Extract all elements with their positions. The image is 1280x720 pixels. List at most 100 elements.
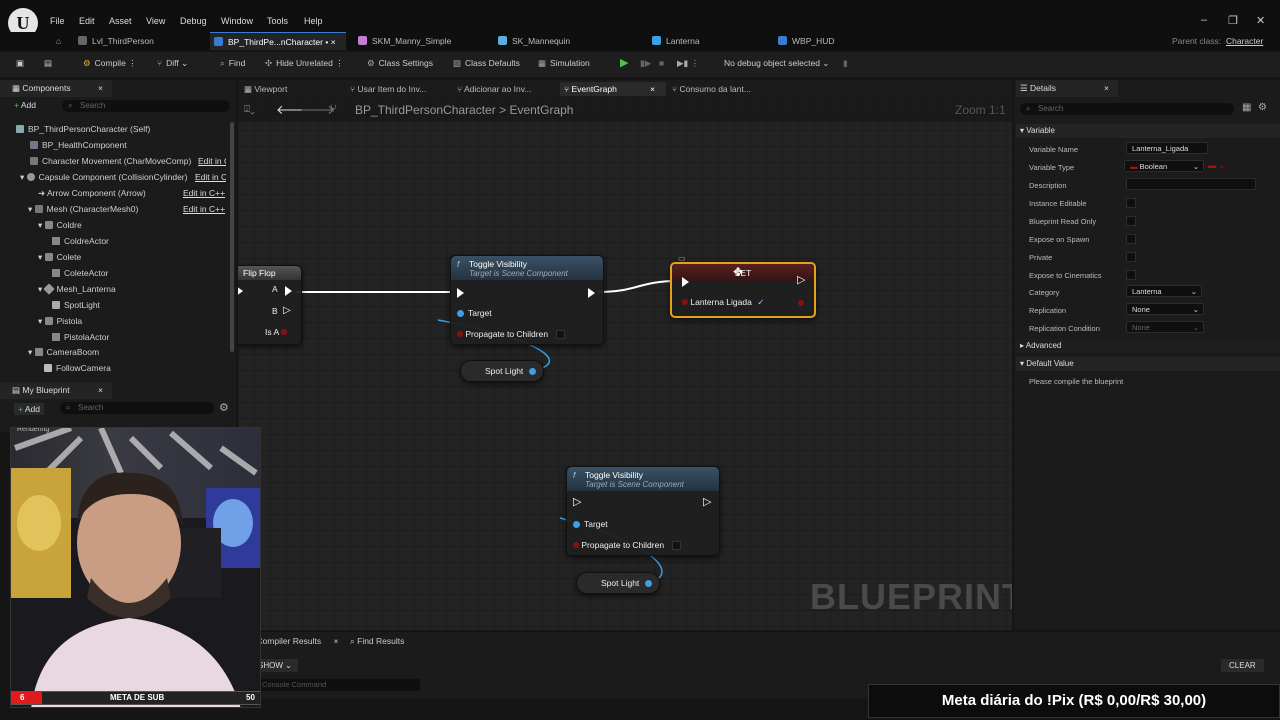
tab-viewport[interactable]: ▦ Viewport: [244, 82, 287, 96]
components-scrollbar[interactable]: [230, 122, 234, 352]
exec-in-icon[interactable]: ▷: [573, 495, 581, 508]
menu-window[interactable]: Window: [221, 16, 253, 26]
pin-is-a[interactable]: Is A: [265, 327, 288, 337]
default-value-section-header[interactable]: ▾ Default Value: [1016, 357, 1280, 371]
instance-editable-checkbox[interactable]: [1126, 198, 1136, 208]
flip-flop-node[interactable]: Flip Flop A B ▷ Is A: [238, 265, 302, 345]
browse-icon[interactable]: ▤: [44, 58, 52, 69]
category-select[interactable]: Lanterna ⌄: [1126, 285, 1202, 297]
advanced-section-header[interactable]: ▸ Advanced: [1016, 339, 1280, 353]
read-only-checkbox[interactable]: [1126, 216, 1136, 226]
collapse-icon[interactable]: ▾: [38, 316, 45, 326]
component-coleteactor[interactable]: ColeteActor: [52, 268, 108, 278]
my-blueprint-search-input[interactable]: ⌕ Search: [60, 402, 214, 414]
diff-button[interactable]: ⑂ Diff ⌄: [157, 58, 188, 69]
clear-button[interactable]: CLEAR: [1221, 659, 1264, 672]
edit-in-cpp-link[interactable]: Edit in C++: [195, 172, 226, 182]
component-coldre[interactable]: ▾ Coldre: [38, 220, 82, 231]
tab-find-results[interactable]: ⌕ Find Results: [350, 636, 404, 647]
details-tab[interactable]: ☰ Details ×: [1016, 80, 1118, 97]
collapse-icon[interactable]: ▾: [38, 220, 45, 230]
close-panel-icon[interactable]: ×: [1104, 80, 1109, 97]
component-mesh[interactable]: ▾ Mesh (CharacterMesh0) Edit in C++: [28, 204, 226, 215]
propagate-pin[interactable]: Propagate to Children: [573, 540, 682, 550]
event-graph-canvas[interactable]: ⍗⌄ 🡐 🡒 ⑂ BP_ThirdPersonCharacter > Event…: [238, 98, 1012, 630]
menu-debug[interactable]: Debug: [180, 16, 207, 26]
settings-gear-icon[interactable]: ⚙: [1258, 102, 1267, 113]
component-colete[interactable]: ▾ Colete: [38, 252, 81, 263]
exec-in-pin[interactable]: [238, 286, 243, 296]
tab-lvl-thirdperson[interactable]: Lvl_ThirdPerson: [74, 32, 204, 50]
component-health[interactable]: BP_HealthComponent: [30, 140, 226, 151]
class-settings-button[interactable]: ⚙ Class Settings: [367, 58, 433, 69]
private-checkbox[interactable]: [1126, 252, 1136, 262]
expose-cinematics-checkbox[interactable]: [1126, 270, 1136, 280]
details-search-input[interactable]: ⌕ Search: [1020, 103, 1234, 115]
debug-filter-icon[interactable]: ▮: [843, 58, 848, 69]
edit-in-cpp-link[interactable]: Edit in C++: [183, 188, 226, 198]
tab-usar-item[interactable]: ⑂ Usar Item do Inv...: [350, 82, 426, 96]
component-cameraboom[interactable]: ▾ CameraBoom: [28, 347, 99, 358]
spot-light-pin[interactable]: Spot Light: [601, 578, 656, 588]
exec-out-icon[interactable]: ▷: [703, 495, 711, 508]
component-mesh-lanterna[interactable]: ▾ Mesh_Lanterna: [38, 283, 116, 295]
hide-unrelated-button[interactable]: ✣ Hide Unrelated ⋮: [265, 58, 344, 69]
edit-in-cpp-link[interactable]: Edit in C++: [183, 204, 226, 214]
debug-object-select[interactable]: No debug object selected ⌄: [724, 58, 829, 69]
toggle-visibility-node-1[interactable]: f Toggle Visibility Target is Scene Compon…: [450, 255, 604, 345]
component-coldreactor[interactable]: ColdreActor: [52, 236, 109, 246]
tab-skm-manny-simple[interactable]: SKM_Manny_Simple: [354, 32, 484, 50]
edit-in-cpp-link[interactable]: Edit in C++: [198, 156, 226, 166]
description-input[interactable]: [1126, 178, 1256, 190]
close-panel-icon[interactable]: ×: [98, 80, 103, 97]
spot-light-getter-1[interactable]: Spot Light: [460, 360, 544, 382]
console-input[interactable]: Console Command: [256, 679, 420, 691]
component-pistolaactor[interactable]: PistolaActor: [52, 332, 109, 342]
propagate-pin[interactable]: Propagate to Children: [457, 329, 566, 339]
parent-class-link[interactable]: Character: [1222, 32, 1263, 50]
replication-condition-select[interactable]: None ⌄: [1126, 321, 1204, 333]
tab-eventgraph[interactable]: ⑂ EventGraph ×: [560, 82, 666, 96]
component-pistola[interactable]: ▾ Pistola: [38, 316, 82, 327]
variable-name-input[interactable]: Lanterna_Ligada: [1126, 142, 1208, 154]
minimize-icon[interactable]: –: [1201, 14, 1207, 26]
close-tab-icon[interactable]: ×: [650, 82, 655, 96]
settings-gear-icon[interactable]: ⚙: [219, 401, 229, 414]
component-self[interactable]: BP_ThirdPersonCharacter (Self): [16, 124, 226, 135]
exec-out-icon[interactable]: ▷: [797, 273, 805, 286]
target-pin[interactable]: Target: [573, 519, 608, 529]
bool-out-pin-icon[interactable]: [798, 300, 804, 306]
tab-wbp-hud[interactable]: WBP_HUD: [774, 32, 894, 50]
stop-icon[interactable]: ■: [659, 58, 664, 68]
components-tab[interactable]: ▦ Components ×: [0, 80, 112, 97]
propagate-checkbox[interactable]: [672, 541, 682, 550]
add-component-button[interactable]: + Add: [14, 100, 36, 110]
exec-out-pin[interactable]: [588, 288, 595, 298]
pin-b[interactable]: B: [272, 306, 278, 316]
table-view-icon[interactable]: ▦: [1242, 102, 1251, 113]
target-pin[interactable]: Target: [457, 308, 492, 318]
propagate-checkbox[interactable]: [556, 330, 566, 339]
tab-adicionar[interactable]: ⑂ Adicionar ao Inv...: [457, 82, 531, 96]
menu-help[interactable]: Help: [304, 16, 323, 26]
save-icon[interactable]: ▣: [16, 58, 24, 69]
tab-consumo[interactable]: ⑂ Consumo da lant...: [672, 82, 751, 96]
simulation-button[interactable]: ▦ Simulation: [538, 58, 590, 69]
component-followcamera[interactable]: FollowCamera: [44, 363, 111, 373]
play-icon[interactable]: ▶: [620, 56, 628, 69]
component-charmove[interactable]: Character Movement (CharMoveComp) Edit in…: [30, 156, 226, 167]
home-icon[interactable]: ⌂: [52, 32, 61, 50]
spot-light-pin[interactable]: Spot Light: [485, 366, 540, 376]
compile-button[interactable]: ⚙ Compile ⋮: [83, 58, 137, 69]
replication-select[interactable]: None ⌄: [1126, 303, 1204, 315]
tab-sk-mannequin[interactable]: SK_Mannequin: [494, 32, 624, 50]
find-button[interactable]: ⌕ Find: [220, 58, 245, 69]
component-capsule[interactable]: ▾ Capsule Component (CollisionCylinder) E…: [20, 172, 226, 183]
close-panel-icon[interactable]: ×: [98, 382, 103, 399]
menu-edit[interactable]: Edit: [79, 16, 95, 26]
close-tab-icon[interactable]: ×: [334, 636, 339, 646]
step-icon[interactable]: ▮▶: [640, 58, 651, 69]
collapse-icon[interactable]: ▾: [28, 347, 35, 357]
tab-bp-thirdpersoncharacter[interactable]: BP_ThirdPe...nCharacter • ×: [210, 32, 346, 50]
eject-icon[interactable]: ▶▮ ⋮: [677, 58, 699, 69]
